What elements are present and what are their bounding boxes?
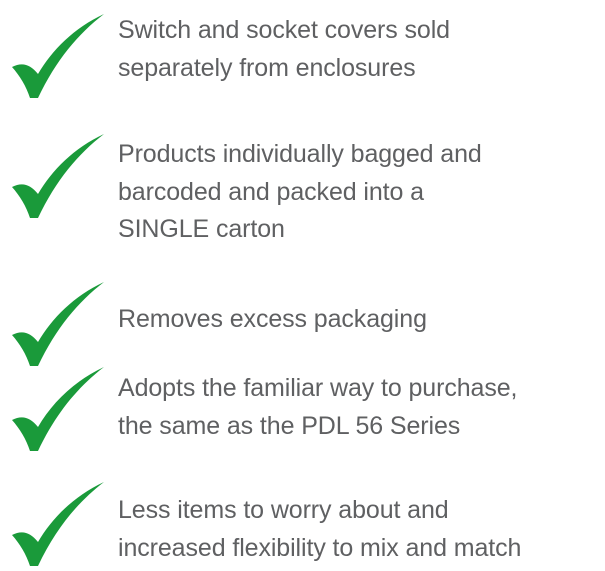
feature-text: Adopts the familiar way to purchase, the… <box>118 374 518 440</box>
checkmark-icon <box>8 12 108 102</box>
checkmark-icon <box>8 365 108 455</box>
feature-text: Switch and socket covers sold separately… <box>118 16 450 82</box>
checkmark-icon <box>8 280 108 370</box>
feature-text: Less items to worry about and increased … <box>118 496 522 562</box>
checkmark-icon <box>8 132 108 222</box>
checkmark-icon <box>8 480 108 570</box>
feature-text: Removes excess packaging <box>118 305 427 333</box>
feature-text: Products individually bagged and barcode… <box>118 140 482 243</box>
